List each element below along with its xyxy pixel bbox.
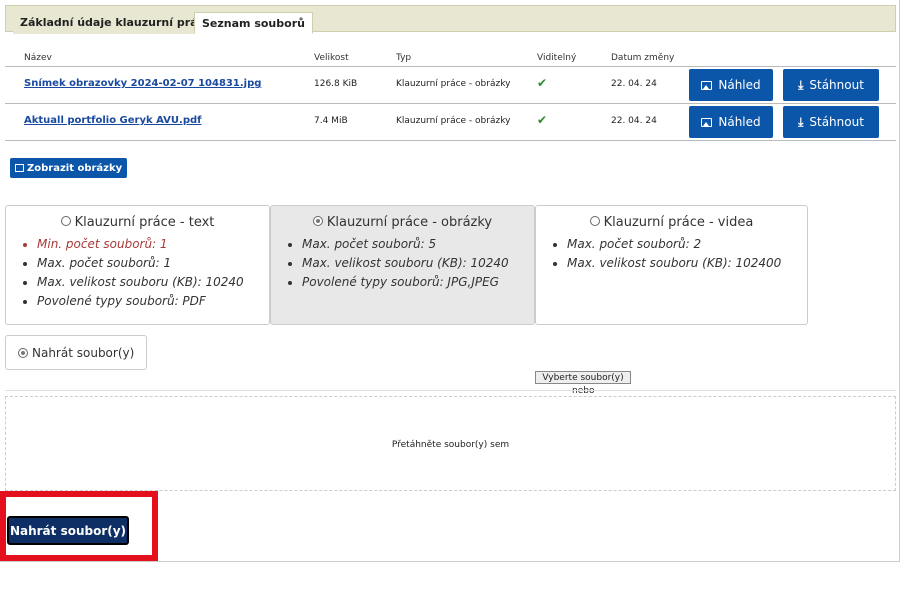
- drop-zone-text: Přetáhněte soubor(y) sem: [391, 440, 510, 450]
- preview-label: Náhled: [718, 78, 761, 92]
- image-icon: [701, 80, 713, 90]
- upload-submit-button[interactable]: Nahrát soubor(y): [7, 516, 129, 545]
- file-date: 22. 04. 24: [611, 116, 657, 126]
- category-title: Klauzurní práce - obrázky: [271, 215, 534, 230]
- drop-zone[interactable]: Přetáhněte soubor(y) sem: [5, 396, 896, 491]
- tab-bar: Základní údaje klauzurní práce Seznam so…: [5, 5, 896, 34]
- file-link[interactable]: Snímek obrazovky 2024-02-07 104831.jpg: [24, 78, 261, 89]
- category-title: Klauzurní práce - videa: [536, 215, 807, 230]
- choose-files-button[interactable]: Vyberte soubor(y): [535, 371, 631, 384]
- row-divider: [5, 66, 896, 67]
- download-label: Stáhnout: [809, 115, 864, 129]
- show-images-label: Zobrazit obrázky: [27, 162, 123, 174]
- rule-item: Povolené typy souborů: JPG,JPEG: [302, 273, 509, 292]
- category-rules: Max. počet souborů: 5 Max. velikost soub…: [285, 235, 509, 292]
- tab-file-list[interactable]: Seznam souborů: [194, 12, 313, 34]
- radio-icon[interactable]: [60, 216, 71, 226]
- preview-button[interactable]: Náhled: [689, 69, 773, 101]
- download-label: Stáhnout: [809, 78, 864, 92]
- rule-item: Povolené typy souborů: PDF: [37, 292, 244, 311]
- radio-icon[interactable]: [312, 216, 323, 226]
- col-header-date: Datum změny: [611, 53, 675, 63]
- tab-basic-info[interactable]: Základní údaje klauzurní práce: [13, 12, 219, 34]
- preview-button[interactable]: Náhled: [689, 106, 773, 138]
- file-type: Klauzurní práce - obrázky: [396, 116, 511, 126]
- download-button[interactable]: ⤓ Stáhnout: [783, 106, 879, 138]
- file-date: 22. 04. 24: [611, 79, 657, 89]
- download-icon: ⤓: [798, 77, 804, 92]
- file-size: 7.4 MiB: [314, 116, 348, 126]
- rule-item: Max. počet souborů: 1: [37, 254, 244, 273]
- rule-item: Max. velikost souboru (KB): 10240: [37, 273, 244, 292]
- image-icon: [701, 117, 713, 127]
- category-card-text[interactable]: Klauzurní práce - text Min. počet soubor…: [5, 205, 270, 325]
- col-header-type: Typ: [396, 53, 412, 63]
- category-title-text: Klauzurní práce - text: [74, 215, 215, 230]
- file-size: 126.8 KiB: [314, 79, 358, 89]
- upload-option-label: Nahrát soubor(y): [32, 345, 135, 360]
- rule-item: Max. počet souborů: 5: [302, 235, 509, 254]
- col-header-name: Název: [24, 53, 52, 63]
- category-title-text: Klauzurní práce - obrázky: [326, 215, 493, 230]
- rule-item: Max. velikost souboru (KB): 102400: [567, 254, 781, 273]
- file-link[interactable]: Aktuall portfolio Geryk AVU.pdf: [24, 115, 202, 126]
- radio-icon[interactable]: [589, 216, 600, 226]
- rule-item: Min. počet souborů: 1: [37, 235, 244, 254]
- preview-label: Náhled: [718, 115, 761, 129]
- upload-option[interactable]: Nahrát soubor(y): [5, 335, 147, 370]
- category-title: Klauzurní práce - text: [6, 215, 269, 230]
- category-rules: Max. počet souborů: 2 Max. velikost soub…: [550, 235, 781, 273]
- file-type: Klauzurní práce - obrázky: [396, 79, 511, 89]
- category-card-images[interactable]: Klauzurní práce - obrázky Max. počet sou…: [270, 205, 535, 325]
- rule-item: Max. velikost souboru (KB): 10240: [302, 254, 509, 273]
- col-header-visible: Viditelný: [537, 53, 577, 63]
- rule-item: Max. počet souborů: 2: [567, 235, 781, 254]
- download-icon: ⤓: [798, 114, 804, 129]
- row-divider: [5, 140, 896, 141]
- radio-icon[interactable]: [18, 347, 28, 358]
- category-title-text: Klauzurní práce - videa: [603, 215, 754, 230]
- category-card-videos[interactable]: Klauzurní práce - videa Max. počet soubo…: [535, 205, 808, 325]
- image-icon: [15, 164, 24, 172]
- category-rules: Min. počet souborů: 1 Max. počet souborů…: [20, 235, 244, 311]
- download-button[interactable]: ⤓ Stáhnout: [783, 69, 879, 101]
- row-divider: [5, 103, 896, 104]
- col-header-size: Velikost: [314, 53, 349, 63]
- visible-check-icon: ✔: [537, 113, 548, 127]
- divider: [5, 390, 896, 391]
- visible-check-icon: ✔: [537, 76, 548, 90]
- show-images-button[interactable]: Zobrazit obrázky: [10, 158, 128, 178]
- or-label: nebo: [572, 386, 595, 396]
